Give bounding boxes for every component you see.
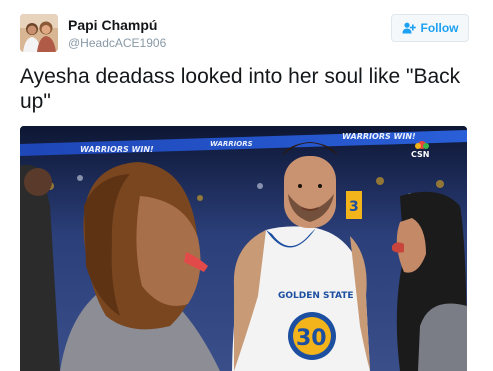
add-person-icon xyxy=(402,22,416,34)
svg-text:3: 3 xyxy=(349,199,359,215)
network-logo-text: CSN xyxy=(411,150,429,159)
user-handle[interactable]: @HeadcACE1906 xyxy=(68,35,166,51)
follow-label: Follow xyxy=(420,21,459,35)
display-name[interactable]: Papi Champú xyxy=(68,17,166,34)
avatar[interactable] xyxy=(20,14,58,52)
photo-scene: WARRIORS WIN! WARRIORS WARRIORS WIN! CSN… xyxy=(20,126,467,371)
tweet-card: Papi Champú @HeadcACE1906 Follow Ayesha … xyxy=(0,0,493,371)
avatar-image xyxy=(20,14,58,52)
banner-mid-text: WARRIORS xyxy=(210,140,253,148)
banner-left-text: WARRIORS WIN! xyxy=(80,145,154,154)
person-right-ayesha xyxy=(392,191,467,371)
tweet-text: Ayesha deadass looked into her soul like… xyxy=(20,65,461,113)
jersey-number: 30 xyxy=(296,326,327,351)
tweet-header: Papi Champú @HeadcACE1906 Follow xyxy=(20,14,473,54)
follow-button[interactable]: Follow xyxy=(391,14,469,42)
tweet-media-photo[interactable]: WARRIORS WIN! WARRIORS WARRIORS WIN! CSN… xyxy=(20,126,467,371)
user-names: Papi Champú @HeadcACE1906 xyxy=(68,17,166,51)
jersey-text: GOLDEN STATE xyxy=(278,291,354,301)
banner-right-text: WARRIORS WIN! xyxy=(342,132,416,141)
